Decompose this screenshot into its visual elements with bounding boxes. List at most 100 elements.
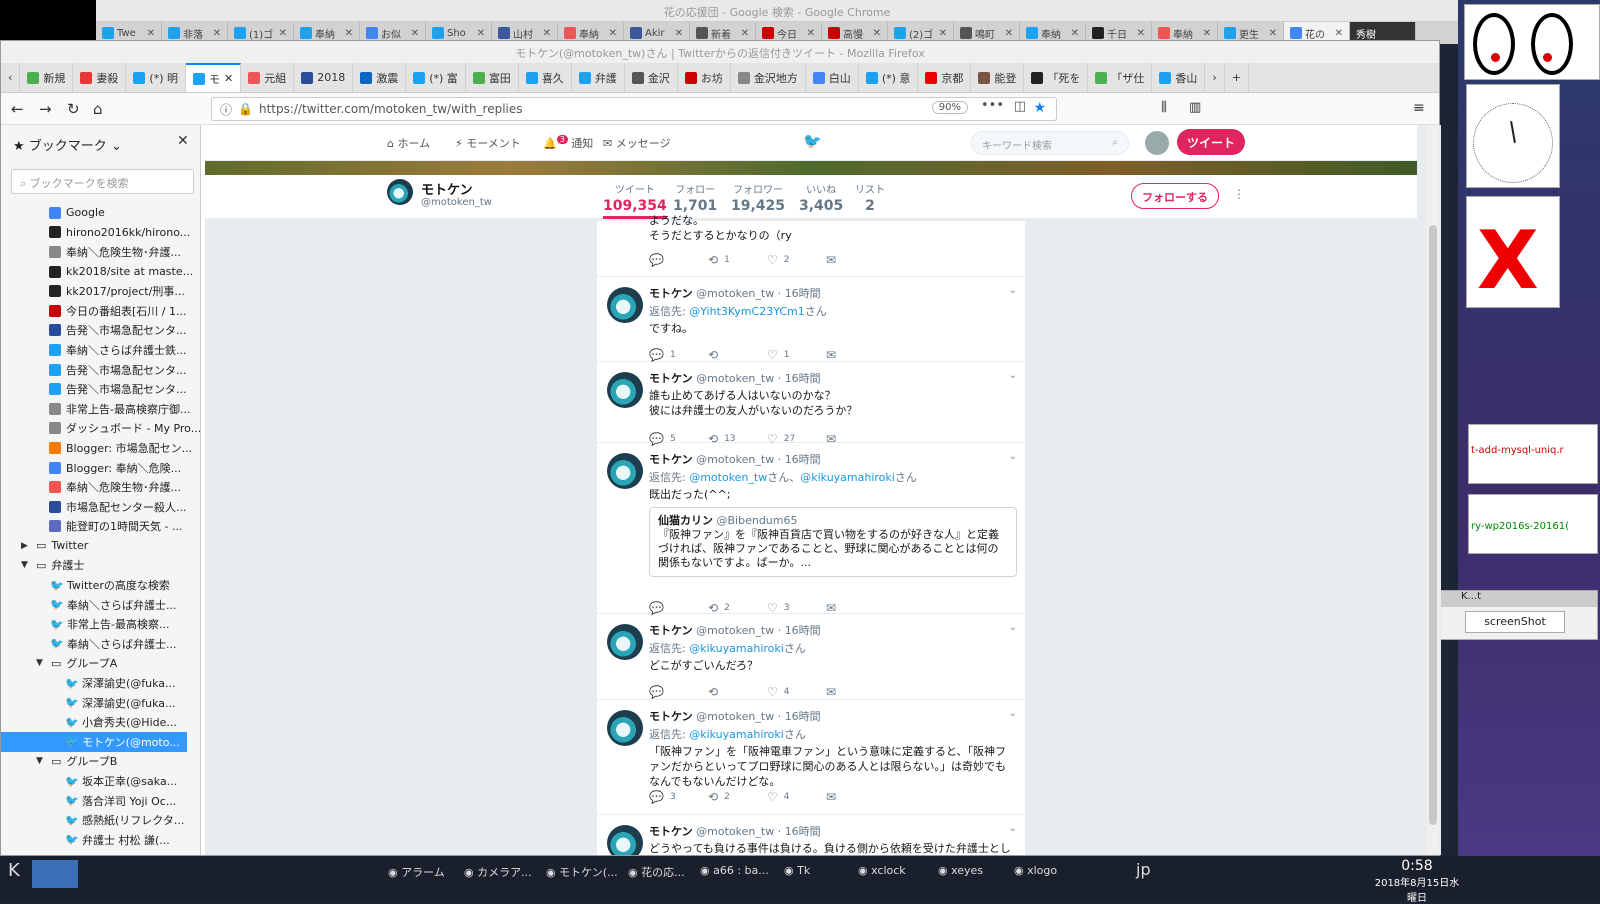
url-bar[interactable]: ⓘ 🔒 https://twitter.com/motoken_tw/with_r… (211, 97, 1057, 121)
tweet-time[interactable]: 16時間 (785, 825, 821, 838)
triangle-open-icon[interactable]: ▼ (36, 658, 46, 668)
close-icon[interactable]: ✕ (1137, 28, 1145, 39)
bookmark-item[interactable]: 🐦 落合洋司 Yoji Oc... (1, 791, 201, 811)
bookmark-item[interactable]: 奉納＼さらば弁護士鉄... (1, 340, 201, 360)
tweet-handle[interactable]: @motoken_tw (696, 624, 774, 637)
close-icon[interactable]: ✕ (1203, 28, 1211, 39)
nav-moments[interactable]: ⚡ モーメント (455, 135, 521, 151)
tweet[interactable]: モトケン @motoken_tw · 16時間 ⌄ 返信先: @Yiht3KymC2… (597, 277, 1027, 362)
firefox-tab[interactable]: 富田 (466, 63, 519, 92)
tweet-author[interactable]: モトケン (649, 825, 693, 838)
reply-mention[interactable]: @kikuyamahiroki (800, 471, 895, 484)
home-icon[interactable]: ⌂ (93, 100, 103, 118)
action-reply[interactable]: 💬 (649, 601, 708, 615)
bookmark-item[interactable]: ▼ ▭ グループA (1, 654, 201, 674)
avatar[interactable] (607, 825, 643, 855)
twitter-bird-icon[interactable]: 🐦 (803, 132, 822, 150)
library-icon[interactable]: ⫼ (1161, 100, 1167, 115)
nav-notifications[interactable]: 🔔 3 通知 (543, 135, 593, 151)
stat-4[interactable]: リスト 2 (855, 181, 885, 214)
bookmark-item[interactable]: 🐦 坂本正幸(@saka... (1, 771, 201, 791)
bookmark-item[interactable]: 告発＼市場急配センタ... (1, 360, 201, 380)
reply-mention[interactable]: @motoken_tw (689, 471, 767, 484)
menu-icon[interactable]: ≡ (1413, 100, 1425, 116)
action-message[interactable]: ✉ (826, 348, 885, 362)
stat-3[interactable]: いいね 3,405 (799, 181, 843, 214)
close-icon[interactable]: ✕ (177, 133, 189, 149)
reply-mention[interactable]: @kikuyamahiroki (689, 728, 784, 741)
firefox-tab[interactable]: 香山 (1152, 63, 1206, 92)
pocket-icon[interactable]: ◫ (1014, 99, 1026, 114)
action-retweet[interactable]: ⟲ 2 (708, 601, 767, 615)
firefox-tab[interactable]: 2018 (294, 63, 354, 92)
close-icon[interactable]: ✕ (279, 28, 287, 39)
reply-mention[interactable]: @Yiht3KymC23YCm1 (689, 305, 805, 318)
bookmark-item[interactable]: kk2017/project/刑事... (1, 281, 201, 301)
bookmark-item[interactable]: 🐦 深澤諭史(@fuka... (1, 673, 201, 693)
action-message[interactable]: ✉ (826, 253, 885, 267)
close-icon[interactable]: ✕ (213, 28, 221, 39)
task-item[interactable]: ◉ xclock (858, 864, 906, 877)
firefox-tab[interactable]: 激震 (353, 63, 407, 92)
close-icon[interactable]: ✕ (224, 72, 233, 85)
screenshot-button[interactable]: screenShot (1465, 611, 1565, 633)
stat-1[interactable]: フォロー 1,701 (673, 181, 717, 214)
bookmark-item[interactable]: kk2018/site at maste... (1, 262, 201, 282)
tweet-author[interactable]: モトケン (649, 710, 693, 723)
reply-mention[interactable]: @kikuyamahiroki (689, 642, 784, 655)
tweet-time[interactable]: 16時間 (785, 453, 821, 466)
tweet-handle[interactable]: @motoken_tw (696, 372, 774, 385)
forward-icon[interactable]: → (39, 100, 52, 118)
bookmark-item[interactable]: ▶ ▭ Twitter (1, 536, 201, 556)
action-reply[interactable]: 💬 (649, 253, 708, 267)
chevron-down-icon[interactable]: ⌄ (1009, 708, 1017, 719)
bookmark-item[interactable]: 🐦 非常上告-最高検察... (1, 614, 201, 634)
kde-menu-icon[interactable]: K (8, 860, 20, 881)
task-item[interactable]: ◉ Tk (784, 864, 810, 877)
action-like[interactable]: ♡ 1 (767, 348, 826, 362)
profile-avatar[interactable] (387, 179, 413, 205)
scroll-thumb[interactable] (1429, 225, 1437, 825)
close-icon[interactable]: ✕ (1269, 28, 1277, 39)
close-icon[interactable]: ✕ (1335, 28, 1343, 39)
close-icon[interactable]: ✕ (1005, 28, 1013, 39)
bookmark-item[interactable]: 🐦 奉納＼さらば弁護士... (1, 595, 201, 615)
firefox-tab[interactable]: 金沢地方 (731, 63, 806, 92)
close-icon[interactable]: ✕ (543, 28, 551, 39)
chevron-down-icon[interactable]: ⌄ (1009, 285, 1017, 296)
back-icon[interactable]: ← (11, 100, 24, 118)
triangle-open-icon[interactable]: ▼ (36, 756, 46, 766)
triangle-open-icon[interactable]: ▼ (21, 560, 31, 570)
action-reply[interactable]: 💬 3 (649, 790, 708, 804)
tweet[interactable]: モトケン @motoken_tw · 16時間 ⌄ 返信先: @kikuyamahi… (597, 614, 1027, 700)
bookmark-item[interactable]: 🐦 モトケン(@moto... (1, 732, 187, 752)
firefox-tab[interactable]: 弁護 (572, 63, 625, 92)
task-item[interactable]: ◉ 花の応... (628, 864, 685, 880)
avatar[interactable] (607, 624, 643, 660)
bookmark-item[interactable]: 🐦 深澤諭史(@fuka... (1, 693, 201, 713)
bookmark-item[interactable]: 🐦 奉納＼さらば弁護士... (1, 634, 201, 654)
chevron-down-icon[interactable]: ⌄ (1009, 823, 1017, 834)
bookmark-search-input[interactable]: ⌕ ブックマークを検索 (11, 169, 194, 194)
action-like[interactable]: ♡ 2 (767, 253, 826, 267)
bookmark-item[interactable]: 🐦 小倉秀夫(@Hide... (1, 712, 201, 732)
firefox-tab[interactable]: 元組 (241, 63, 295, 92)
bookmark-item[interactable]: 非常上告-最高検察庁御... (1, 399, 201, 419)
tweet-author[interactable]: モトケン (649, 287, 693, 300)
firefox-tab[interactable]: 金沢 (625, 63, 678, 92)
bookmark-item[interactable]: 🐦 Twitterの高度な検索 (1, 575, 201, 595)
follow-button[interactable]: フォローする (1131, 183, 1219, 209)
firefox-tab[interactable]: 白山 (806, 63, 859, 92)
more-icon[interactable]: ⋮ (1233, 187, 1245, 201)
action-like[interactable]: ♡ 4 (767, 790, 826, 804)
firefox-tab[interactable]: 新規 (20, 63, 74, 92)
sidebar-toggle-icon[interactable]: ▥ (1189, 100, 1201, 115)
new-tab-icon[interactable]: + (1225, 63, 1250, 92)
chevron-down-icon[interactable]: ⌄ (1009, 370, 1017, 381)
avatar[interactable] (607, 372, 643, 408)
action-retweet[interactable]: ⟲ 1 (708, 253, 767, 267)
tweet-handle[interactable]: @motoken_tw (696, 825, 774, 838)
bookmark-item[interactable]: Blogger: 奉納＼危険... (1, 458, 201, 478)
tab-scroll-right-icon[interactable]: › (1205, 63, 1225, 92)
action-message[interactable]: ✉ (826, 601, 885, 615)
